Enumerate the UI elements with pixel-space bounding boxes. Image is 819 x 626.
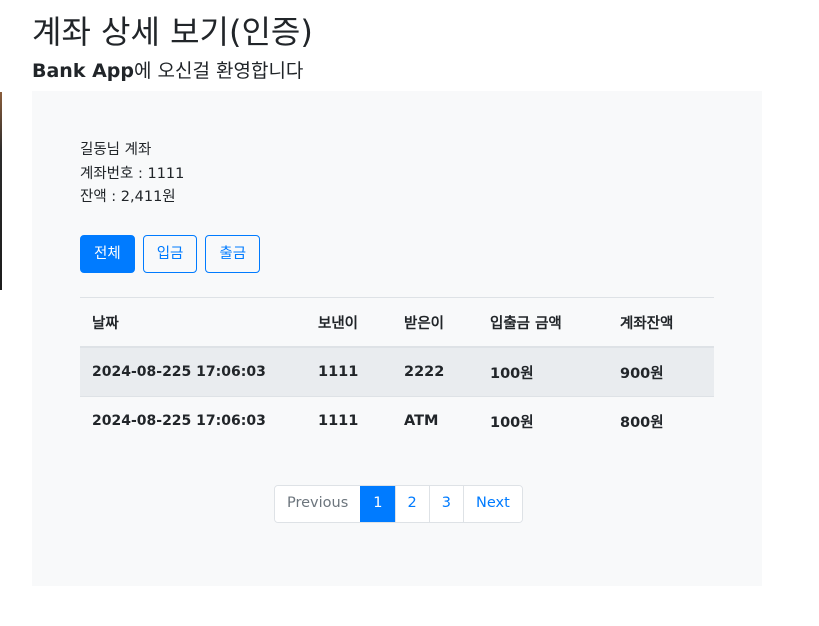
cell-date: 2024-08-225 17:06:03 — [80, 396, 306, 445]
table-row: 2024-08-225 17:06:03 1111 ATM 100원 800원 — [80, 396, 714, 445]
welcome-text: 에 오신걸 환영합니다 — [134, 60, 304, 82]
account-owner: 길동님 계좌 — [80, 142, 152, 158]
table-header-row: 날짜 보낸이 받은이 입출금 금액 계좌잔액 — [80, 297, 714, 348]
pagination: Previous 1 2 3 Next — [274, 485, 523, 523]
account-number: 계좌번호 : 1111 — [80, 165, 185, 182]
transaction-table: 날짜 보낸이 받은이 입출금 금액 계좌잔액 2024-08-225 17:06… — [80, 297, 714, 445]
pagination-page-3[interactable]: 3 — [428, 486, 463, 522]
cell-balance: 900원 — [608, 346, 714, 397]
cell-sender: 1111 — [306, 346, 392, 397]
filter-deposit-button[interactable]: 입금 — [142, 235, 198, 273]
cell-sender: 1111 — [306, 396, 392, 445]
column-header-sender: 보낸이 — [306, 297, 392, 348]
table-row: 2024-08-225 17:06:03 1111 2222 100원 900원 — [80, 346, 714, 397]
cell-balance: 800원 — [608, 396, 714, 445]
partial-sidebar-image — [0, 92, 2, 290]
page: 계좌 상세 보기(인증) Bank App에 오신걸 환영합니다 길동님 계좌 … — [0, 0, 819, 626]
pagination-next-link[interactable]: Next — [462, 486, 522, 522]
page-title: 계좌 상세 보기(인증) — [32, 13, 313, 51]
account-balance: 잔액 : 2,411원 — [80, 189, 176, 205]
column-header-amount: 입출금 금액 — [478, 297, 608, 348]
account-info: 길동님 계좌 계좌번호 : 1111 잔액 : 2,411원 — [80, 139, 184, 210]
pagination-page-1[interactable]: 1 — [360, 486, 395, 522]
pagination-previous-link[interactable]: Previous — [275, 486, 361, 522]
filter-withdraw-button[interactable]: 출금 — [205, 235, 261, 273]
filter-all-button[interactable]: 전체 — [80, 235, 135, 273]
transaction-filter-buttons: 전체 입금 출금 — [80, 235, 261, 273]
cell-date: 2024-08-225 17:06:03 — [80, 346, 306, 397]
account-detail-panel: 길동님 계좌 계좌번호 : 1111 잔액 : 2,411원 전체 입금 출금 … — [32, 91, 762, 586]
cell-amount: 100원 — [478, 396, 608, 445]
column-header-date: 날짜 — [80, 297, 306, 348]
pagination-page-2[interactable]: 2 — [394, 486, 429, 522]
column-header-receiver: 받은이 — [392, 297, 478, 348]
cell-receiver: ATM — [392, 396, 478, 445]
column-header-balance: 계좌잔액 — [608, 297, 714, 348]
welcome-message: Bank App에 오신걸 환영합니다 — [32, 57, 303, 85]
brand-name: Bank App — [32, 60, 134, 82]
cell-amount: 100원 — [478, 346, 608, 397]
cell-receiver: 2222 — [392, 346, 478, 397]
